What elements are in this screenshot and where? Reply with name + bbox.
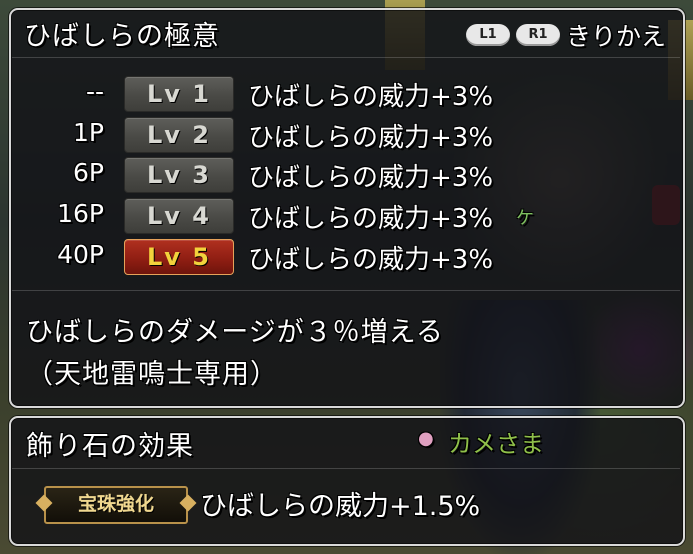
level-effect: ひばしらの威力+3%	[248, 82, 494, 112]
level-cost: 1P	[73, 118, 104, 147]
level-5-button[interactable]: Lv 5	[124, 239, 234, 275]
background-stray-text: ケ	[516, 208, 534, 229]
switch-label: きりかえ	[566, 22, 667, 51]
level-cost: 16P	[57, 199, 104, 228]
level-4-button[interactable]: Lv 4	[124, 198, 234, 234]
level-1-button[interactable]: Lv 1	[124, 76, 234, 112]
level-effect: ひばしらの威力+3%	[248, 245, 494, 275]
skill-title: ひばしらの極意	[24, 21, 220, 52]
level-effect: ひばしらの威力+3%	[248, 123, 494, 153]
title-divider	[12, 57, 680, 58]
level-cost: --	[85, 77, 104, 106]
paw-icon: ●	[418, 428, 434, 449]
jewel-enhance-tag: 宝珠強化	[44, 486, 188, 524]
jewel-effect-text: ひばしらの威力+1.5%	[200, 491, 481, 522]
npc-name: カメさま	[448, 430, 544, 458]
description-line-2: （天地雷鳴士専用）	[26, 359, 278, 390]
level-2-button[interactable]: Lv 2	[124, 117, 234, 153]
list-divider	[12, 290, 680, 291]
level-cost: 40P	[57, 240, 104, 269]
jewel-divider	[12, 468, 680, 469]
level-effect: ひばしらの威力+3%	[248, 204, 494, 234]
description-line-1: ひばしらのダメージが３％増える	[26, 317, 444, 348]
r1-button[interactable]: R1	[516, 24, 560, 46]
level-effect: ひばしらの威力+3%	[248, 163, 494, 193]
level-3-button[interactable]: Lv 3	[124, 157, 234, 193]
jewel-heading: 飾り石の効果	[26, 431, 194, 462]
l1-button[interactable]: L1	[466, 24, 510, 46]
level-cost: 6P	[73, 158, 104, 187]
